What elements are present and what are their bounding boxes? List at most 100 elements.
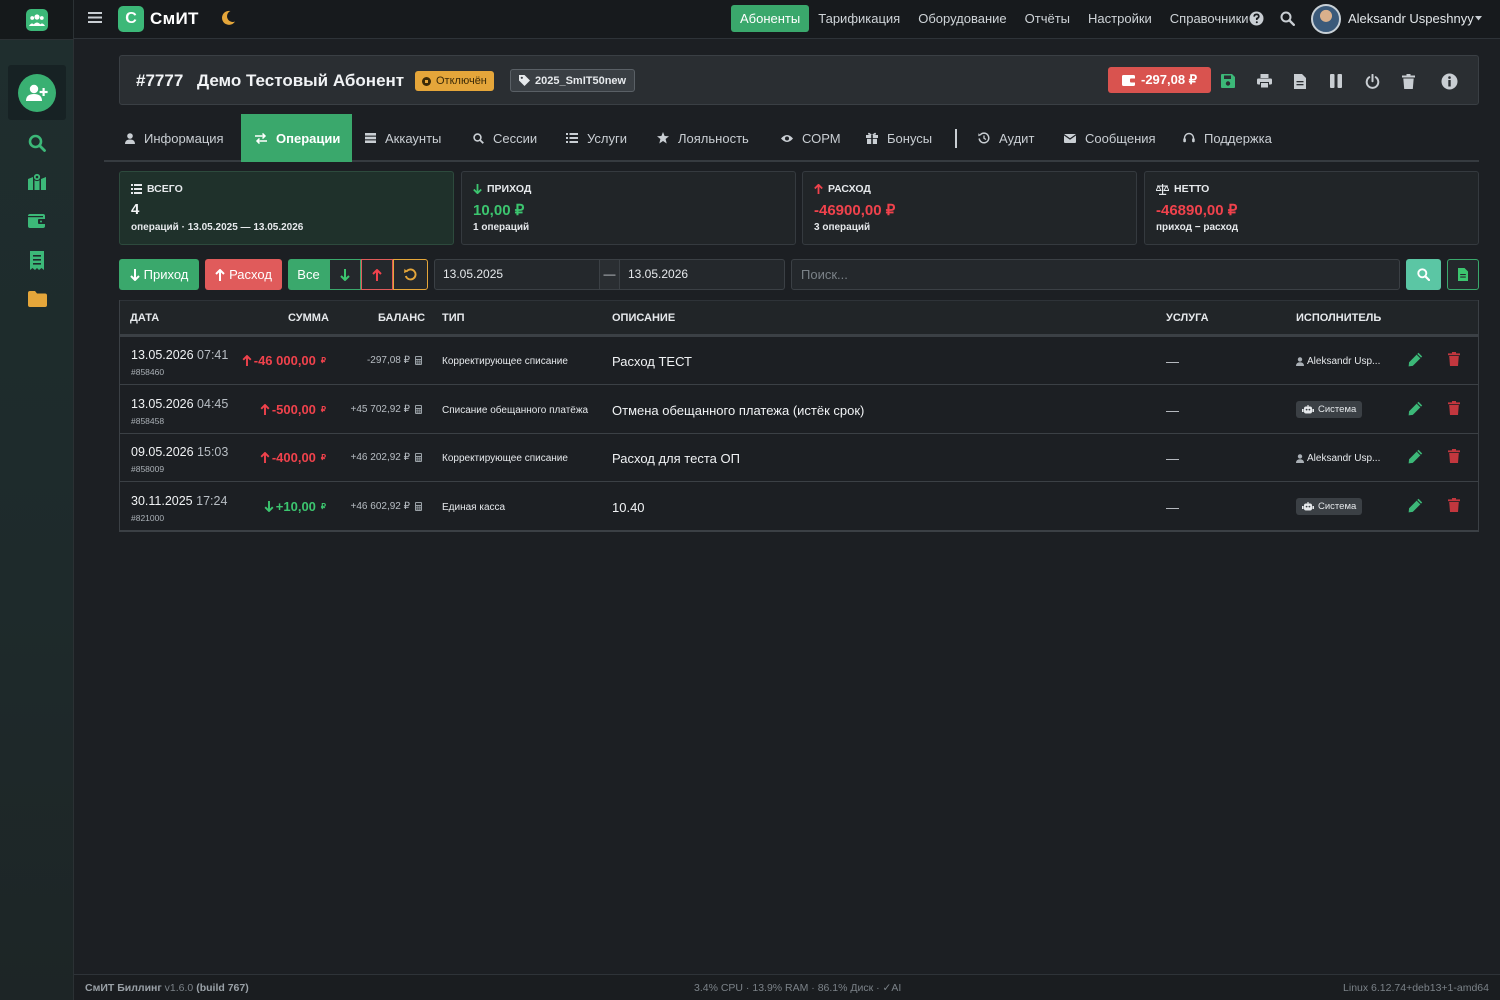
col-amount[interactable]: Сумма [288, 312, 329, 324]
col-service[interactable]: Услуга [1166, 312, 1209, 324]
folder-icon[interactable] [27, 289, 47, 309]
menu-toggle-icon[interactable] [88, 11, 102, 24]
sidebar-brand[interactable] [0, 0, 73, 40]
chevron-down-icon[interactable] [1475, 16, 1482, 21]
nav-subscribers[interactable]: Абоненты [731, 5, 810, 32]
date-to-input[interactable]: 13.05.2026 [619, 259, 785, 290]
receipt-icon[interactable] [27, 250, 47, 270]
stat-income-value: 10,00 ₽ [473, 202, 525, 219]
tab-accounts[interactable]: Аккаунты [352, 114, 454, 162]
search-input[interactable] [791, 259, 1400, 290]
col-description[interactable]: Описание [612, 312, 675, 324]
stat-income-label-text: Приход [487, 183, 532, 195]
executor-user[interactable]: Aleksandr Usp... [1296, 356, 1380, 367]
operations-table: Дата Сумма Баланс Тип Описание Услуга Ис… [119, 300, 1479, 532]
row-date: 13.05.2026 [131, 348, 194, 362]
help-icon[interactable] [1249, 11, 1264, 26]
table-row[interactable]: 13.05.2026 04:45 #858458 -500,00 ₽ +45 702,9… [120, 386, 1478, 434]
theme-moon-icon[interactable] [220, 10, 236, 26]
stat-expense-value: -46900,00 ₽ [814, 202, 896, 219]
row-amount: -500,00 ₽ [260, 402, 326, 417]
edit-icon[interactable] [1408, 449, 1423, 464]
tab-audit[interactable]: Аудит [965, 114, 1047, 162]
table-row[interactable]: 13.05.2026 07:41 #858460 -46 000,00 ₽ -297,0… [120, 337, 1478, 385]
table-row[interactable]: 30.11.2025 17:24 #821000 +10,00 ₽ +46 602,92… [120, 483, 1478, 531]
delete-icon[interactable] [1448, 497, 1460, 512]
document-icon[interactable] [1290, 71, 1310, 91]
app-logo[interactable]: С СмИТ [118, 6, 199, 32]
filter-expense-button[interactable] [361, 259, 393, 290]
nav-equipment[interactable]: Оборудование [909, 5, 1015, 32]
add-expense-button[interactable]: Расход [205, 259, 282, 290]
logo-mark: С [118, 6, 144, 32]
status-label: Отключён [436, 75, 487, 87]
row-time: 07:41 [197, 348, 229, 362]
row-service: — [1166, 451, 1179, 466]
row-date: 13.05.2026 [131, 396, 194, 411]
save-icon[interactable] [1218, 71, 1238, 91]
nav-directories[interactable]: Справочники [1161, 5, 1258, 32]
info-icon[interactable] [1439, 71, 1459, 91]
power-icon[interactable] [1362, 71, 1382, 91]
tab-sessions[interactable]: Сессии [460, 114, 550, 162]
edit-icon[interactable] [1408, 401, 1423, 416]
tab-support[interactable]: Поддержка [1170, 114, 1285, 162]
tariff-badge[interactable]: 2025_SmIT50new [510, 69, 636, 92]
user-avatar[interactable] [1311, 4, 1341, 34]
tab-messages[interactable]: Сообщения [1051, 114, 1169, 162]
user-name[interactable]: Aleksandr Uspeshnyy [1348, 11, 1474, 26]
subscriber-id: #7777 [136, 71, 184, 90]
delete-icon[interactable] [1448, 449, 1460, 463]
edit-icon[interactable] [1408, 352, 1423, 367]
tab-operations[interactable]: Операции [241, 114, 352, 162]
scale-icon [1156, 183, 1169, 195]
tab-sorm[interactable]: СОРМ [768, 114, 854, 162]
filter-income-button[interactable] [329, 259, 361, 290]
col-date[interactable]: Дата [130, 312, 159, 324]
date-from-input[interactable]: 13.05.2025 [434, 259, 600, 290]
row-amount-value: -400,00 [271, 450, 316, 465]
sidebar-item-subscribers[interactable] [8, 65, 66, 120]
stop-circle-icon [422, 76, 431, 86]
reset-filter-button[interactable] [393, 259, 428, 290]
tab-services[interactable]: Услуги [553, 114, 640, 162]
search-button[interactable] [1406, 259, 1441, 290]
tab-info[interactable]: Информация [112, 114, 237, 162]
pause-icon[interactable] [1326, 71, 1346, 91]
nav-settings[interactable]: Настройки [1079, 5, 1161, 32]
stat-expense-label: Расход [814, 183, 871, 195]
filter-all-button[interactable]: Все [288, 259, 329, 290]
top-search-icon[interactable] [1280, 11, 1295, 26]
col-type[interactable]: Тип [442, 312, 465, 324]
stat-expense: Расход -46900,00 ₽ 3 операций [802, 171, 1137, 245]
delete-icon[interactable] [1448, 352, 1460, 366]
row-description: Расход ТЕСТ [612, 354, 692, 369]
arrow-up-icon [215, 268, 225, 281]
trash-icon[interactable] [1398, 71, 1418, 91]
delete-icon[interactable] [1448, 400, 1460, 415]
row-amount-value: -500,00 [271, 401, 316, 417]
col-executor[interactable]: Исполнитель [1296, 312, 1381, 324]
export-button[interactable] [1447, 259, 1479, 290]
executor-user[interactable]: Aleksandr Usp... [1296, 453, 1380, 464]
wallet-icon[interactable] [27, 211, 47, 231]
nav-reports[interactable]: Отчёты [1016, 5, 1079, 32]
footer-system-stats: 3.4% CPU · 13.9% RAM · 86.1% Диск · ✓AI [694, 982, 902, 994]
map-icon[interactable] [27, 172, 47, 192]
print-icon[interactable] [1254, 71, 1274, 91]
nav-tariffs[interactable]: Тарификация [809, 5, 909, 32]
tab-label: Бонусы [887, 130, 933, 146]
row-datetime: 13.05.2026 07:41 [131, 348, 228, 362]
row-amount: -400,00 ₽ [260, 450, 326, 465]
sidebar-search-icon[interactable] [27, 133, 47, 153]
tab-loyalty[interactable]: Лояльность [644, 114, 762, 162]
row-service: — [1166, 402, 1179, 418]
edit-icon[interactable] [1408, 498, 1423, 513]
table-row[interactable]: 09.05.2026 15:03 #858009 -400,00 ₽ +46 202,9… [120, 434, 1478, 482]
add-income-button[interactable]: Приход [119, 259, 199, 290]
tab-bonuses[interactable]: Бонусы [853, 114, 945, 162]
arrow-up-icon [260, 403, 270, 415]
footer-build: (build 767) [196, 982, 249, 994]
balance-button[interactable]: -297,08 ₽ [1108, 67, 1211, 93]
col-balance[interactable]: Баланс [378, 312, 425, 324]
